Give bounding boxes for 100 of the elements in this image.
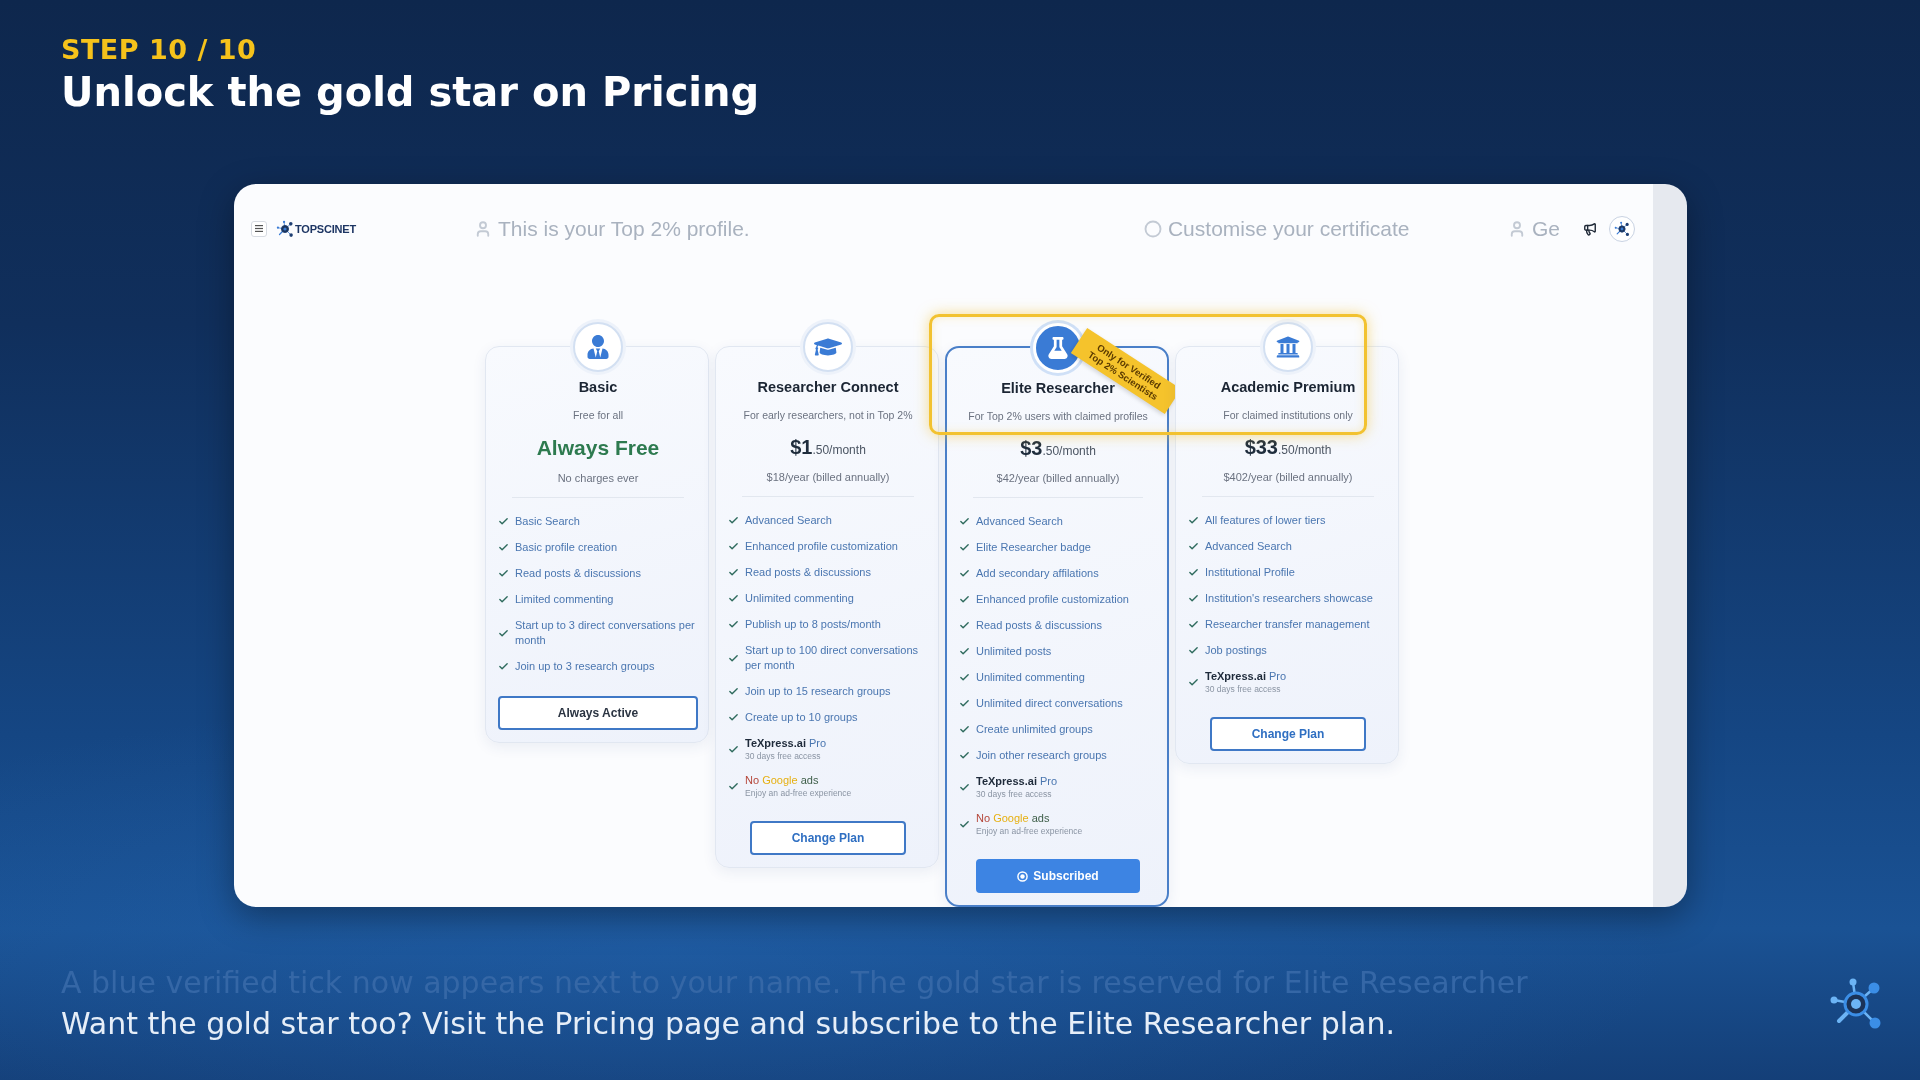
check-icon bbox=[728, 541, 739, 552]
check-icon bbox=[498, 661, 509, 672]
plan-price: $3.50/month bbox=[1020, 437, 1096, 461]
check-icon bbox=[728, 712, 739, 723]
faded-banner-text: Ge bbox=[1531, 215, 1560, 242]
circle-icon bbox=[1143, 219, 1162, 238]
menu-button[interactable] bbox=[251, 220, 267, 237]
check-icon bbox=[498, 516, 509, 527]
feature-text: TeXpress.ai Pro bbox=[745, 736, 827, 750]
faded-banner-text: This is your Top 2% profile. bbox=[497, 215, 750, 242]
check-icon bbox=[1188, 593, 1199, 604]
feature-text: Join up to 15 research groups bbox=[745, 684, 891, 699]
faded-banner-text: Customise your certificate bbox=[1167, 215, 1410, 242]
page-title: Unlock the gold star on Pricing bbox=[61, 68, 760, 116]
feature-text: Read posts & discussions bbox=[515, 566, 641, 581]
bank-building-icon bbox=[1263, 322, 1313, 372]
feature-text: Institution's researchers showcase bbox=[1205, 591, 1373, 606]
molecule-logo-icon bbox=[276, 219, 294, 238]
feature-text: Enhanced profile customization bbox=[745, 539, 898, 554]
feature-text: Unlimited direct conversations bbox=[976, 696, 1123, 711]
feature-text: Unlimited commenting bbox=[745, 591, 854, 606]
feature-text: Read posts & discussions bbox=[745, 565, 871, 580]
feature-text: TeXpress.ai Pro bbox=[976, 774, 1058, 788]
billing-note: $18/year (billed annually) bbox=[766, 470, 890, 484]
menu-icon bbox=[255, 225, 263, 232]
feature-text: Unlimited commenting bbox=[976, 670, 1085, 685]
feature-note: 30 days free access bbox=[976, 788, 1052, 800]
flask-icon bbox=[1033, 323, 1083, 373]
check-icon bbox=[728, 567, 739, 578]
feature-text: Create unlimited groups bbox=[976, 722, 1093, 737]
feature-text: All features of lower tiers bbox=[1205, 513, 1326, 528]
always-active-button[interactable]: Always Active bbox=[498, 696, 698, 730]
feature-note: Enjoy an ad-free experience bbox=[976, 825, 1083, 837]
check-icon bbox=[498, 542, 509, 553]
graduation-cap-icon bbox=[803, 322, 853, 372]
megaphone-icon[interactable] bbox=[1583, 221, 1597, 236]
check-icon bbox=[1188, 645, 1199, 656]
feature-text: Add secondary affilations bbox=[976, 566, 1099, 581]
feature-text: Start up to 100 direct conversations per month bbox=[745, 643, 920, 673]
change-plan-button[interactable]: Change Plan bbox=[750, 821, 906, 855]
feature-text: Job postings bbox=[1205, 643, 1267, 658]
check-icon bbox=[498, 594, 509, 605]
feature-text: No Google ads bbox=[976, 811, 1050, 825]
person-icon bbox=[573, 322, 623, 372]
feature-text: Read posts & discussions bbox=[976, 618, 1102, 633]
feature-text: Publish up to 8 posts/month bbox=[745, 617, 881, 632]
feature-text: Basic Search bbox=[515, 514, 580, 529]
plan-name: Basic bbox=[578, 378, 618, 396]
feature-text: Start up to 3 direct conversations per month bbox=[515, 618, 696, 648]
feature-text: Basic profile creation bbox=[515, 540, 618, 555]
check-icon bbox=[959, 781, 970, 793]
check-icon bbox=[728, 780, 739, 792]
feature-text: Advanced Search bbox=[1205, 539, 1292, 554]
plan-name: Academic Premium bbox=[1220, 378, 1356, 396]
logo-wordmark: TOPSCINET bbox=[295, 221, 356, 236]
plan-name: Researcher Connect bbox=[757, 378, 899, 396]
feature-text: TeXpress.ai Pro bbox=[1205, 669, 1287, 683]
feature-text: Limited commenting bbox=[515, 592, 614, 607]
check-icon bbox=[959, 724, 970, 735]
plan-subtitle: For early researchers, not in Top 2% bbox=[743, 408, 913, 422]
check-icon bbox=[959, 698, 970, 709]
feature-text: Institutional Profile bbox=[1205, 565, 1295, 580]
feature-text: Elite Researcher badge bbox=[976, 540, 1091, 555]
feature-text: Create up to 10 groups bbox=[745, 710, 858, 725]
check-icon bbox=[728, 686, 739, 697]
check-icon bbox=[728, 743, 739, 755]
check-icon bbox=[728, 652, 739, 664]
check-icon bbox=[959, 750, 970, 761]
feature-text: Join other research groups bbox=[976, 748, 1107, 763]
subscribed-button[interactable]: Subscribed bbox=[976, 859, 1140, 893]
plan-price: $1.50/month bbox=[790, 436, 866, 460]
check-icon bbox=[1188, 541, 1199, 552]
feature-text: Advanced Search bbox=[745, 513, 832, 528]
check-icon bbox=[959, 568, 970, 579]
caption-text: Want the gold star too? Visit the Pricing page and subscribe to the Elite Researcher plan. bbox=[61, 1005, 1395, 1043]
feature-text: Enhanced profile customization bbox=[976, 592, 1129, 607]
billing-note: $402/year (billed annually) bbox=[1223, 470, 1353, 484]
check-icon bbox=[959, 516, 970, 527]
check-icon bbox=[959, 620, 970, 631]
check-icon bbox=[959, 542, 970, 553]
plan-subtitle: For claimed institutions only bbox=[1223, 408, 1353, 422]
plan-price: $33.50/month bbox=[1244, 436, 1332, 460]
feature-text: Advanced Search bbox=[976, 514, 1063, 529]
check-icon bbox=[959, 594, 970, 605]
billing-note: $42/year (billed annually) bbox=[996, 471, 1120, 485]
billing-note: No charges ever bbox=[557, 471, 639, 485]
check-icon bbox=[728, 593, 739, 604]
check-icon bbox=[498, 627, 509, 639]
check-icon bbox=[1188, 676, 1199, 688]
feature-text: Join up to 3 research groups bbox=[515, 659, 655, 674]
check-icon bbox=[959, 646, 970, 657]
check-icon bbox=[728, 515, 739, 526]
check-icon bbox=[959, 672, 970, 683]
feature-note: 30 days free access bbox=[1205, 683, 1281, 695]
change-plan-button[interactable]: Change Plan bbox=[1210, 717, 1366, 751]
avatar-icon[interactable] bbox=[1609, 215, 1635, 242]
check-icon bbox=[728, 619, 739, 630]
plan-price: Always Free bbox=[536, 436, 660, 461]
plan-subtitle: Free for all bbox=[572, 408, 624, 422]
check-icon bbox=[959, 818, 970, 830]
